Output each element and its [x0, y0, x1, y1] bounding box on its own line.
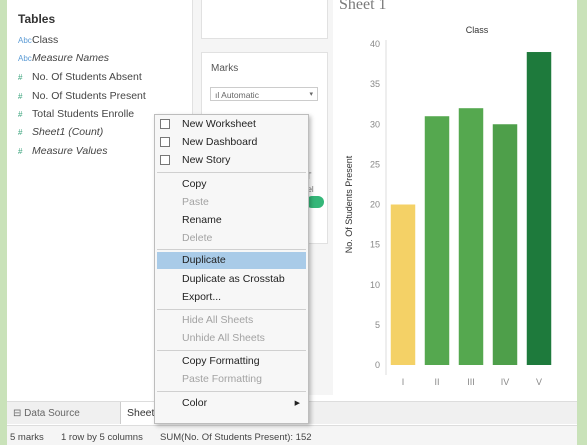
y-tick-label: 20: [370, 200, 380, 210]
y-tick-label: 40: [370, 39, 380, 49]
menu-separator: [157, 391, 306, 392]
menu-paste: Paste: [182, 196, 209, 208]
field-class[interactable]: AbcClass: [18, 33, 58, 47]
abc-icon: Abc: [18, 54, 32, 63]
abc-icon: Abc: [18, 36, 32, 45]
menu-paste-formatting: Paste Formatting: [182, 373, 262, 385]
menu-separator: [157, 172, 306, 173]
status-bar: 5 marks 1 row by 5 columns SUM(No. Of St…: [7, 425, 577, 445]
menu-copy-formatting[interactable]: Copy Formatting: [155, 353, 308, 370]
chevron-down-icon: ▾: [309, 91, 313, 98]
menu-separator: [157, 350, 306, 351]
hash-icon: #: [18, 73, 23, 82]
bar-II[interactable]: [424, 116, 450, 365]
menu-hide-all-sheets: Hide All Sheets: [182, 314, 254, 326]
bar-I[interactable]: [390, 204, 416, 366]
x-tick-label: II: [434, 377, 439, 387]
y-tick-label: 25: [370, 159, 380, 169]
y-tick-label: 5: [375, 320, 380, 330]
submenu-arrow-icon: ▶: [294, 400, 300, 407]
field-students-absent[interactable]: # No. Of Students Absent: [18, 70, 142, 84]
y-tick-label: 15: [370, 240, 380, 250]
hash-icon: #: [18, 110, 23, 119]
new-worksheet-icon: [160, 119, 170, 129]
menu-new-story[interactable]: New Story: [155, 152, 308, 169]
x-tick-label: III: [467, 377, 475, 387]
y-axis-label: No. Of Students Present: [344, 155, 354, 253]
tab-data-source[interactable]: ⊟ Data Source: [13, 408, 80, 419]
hash-icon: #: [18, 128, 23, 137]
menu-new-worksheet[interactable]: New Worksheet: [155, 116, 308, 133]
tableau-window: Tables AbcClass AbcMeasure Names # No. Of…: [7, 0, 577, 445]
new-story-icon: [160, 155, 170, 165]
menu-delete: Delete: [182, 232, 213, 244]
y-tick-label: 35: [370, 79, 380, 89]
hash-icon: #: [18, 92, 23, 101]
data-source-icon: ⊟: [13, 408, 25, 419]
chart-title: Class: [466, 25, 489, 35]
status-marks: 5 marks: [10, 432, 44, 443]
menu-unhide-all-sheets: Unhide All Sheets: [182, 332, 265, 344]
y-tick-label: 0: [375, 360, 380, 370]
bar-III[interactable]: [458, 108, 484, 365]
menu-duplicate-crosstab[interactable]: Duplicate as Crosstab: [155, 271, 308, 288]
pages-card: [201, 0, 328, 39]
field-total-enrolled[interactable]: # Total Students Enrolle: [18, 107, 134, 121]
menu-export[interactable]: Export...: [155, 289, 308, 306]
status-sum: SUM(No. Of Students Present): 152: [160, 432, 312, 443]
field-sheet1-count[interactable]: # Sheet1 (Count): [18, 125, 103, 139]
y-tick-label: 30: [370, 119, 380, 129]
worksheet-view: Sheet 1 Class No. Of Students Present 05…: [334, 0, 577, 395]
x-tick-label: I: [402, 377, 405, 387]
bar-chart: Class No. Of Students Present 0 5 10 15 20 25…: [344, 25, 552, 387]
bar-V[interactable]: [526, 52, 552, 366]
hash-icon: #: [18, 147, 23, 156]
menu-rename[interactable]: Rename: [155, 212, 308, 229]
x-tick-label: V: [536, 377, 542, 387]
new-dashboard-icon: [160, 137, 170, 147]
field-measure-names[interactable]: AbcMeasure Names: [18, 51, 109, 65]
mark-type-value: Automatic: [221, 90, 259, 100]
tables-heading: Tables: [18, 12, 56, 26]
menu-duplicate[interactable]: Duplicate: [157, 252, 306, 269]
mark-type-dropdown[interactable]: ıl Automatic ▾: [210, 87, 318, 101]
bar-IV[interactable]: [492, 124, 518, 365]
field-students-present[interactable]: # No. Of Students Present: [18, 89, 146, 103]
menu-copy[interactable]: Copy: [155, 176, 308, 193]
field-measure-values[interactable]: # Measure Values: [18, 144, 107, 158]
menu-separator: [157, 309, 306, 310]
y-tick-label: 10: [370, 280, 380, 290]
menu-separator: [157, 249, 306, 250]
context-menu: New Worksheet New Dashboard New Story Co…: [154, 114, 309, 424]
menu-color[interactable]: Color ▶: [155, 395, 308, 412]
marks-title: Marks: [211, 63, 239, 74]
menu-new-dashboard[interactable]: New Dashboard: [155, 134, 308, 151]
status-dims: 1 row by 5 columns: [61, 432, 143, 443]
x-tick-label: IV: [501, 377, 510, 387]
